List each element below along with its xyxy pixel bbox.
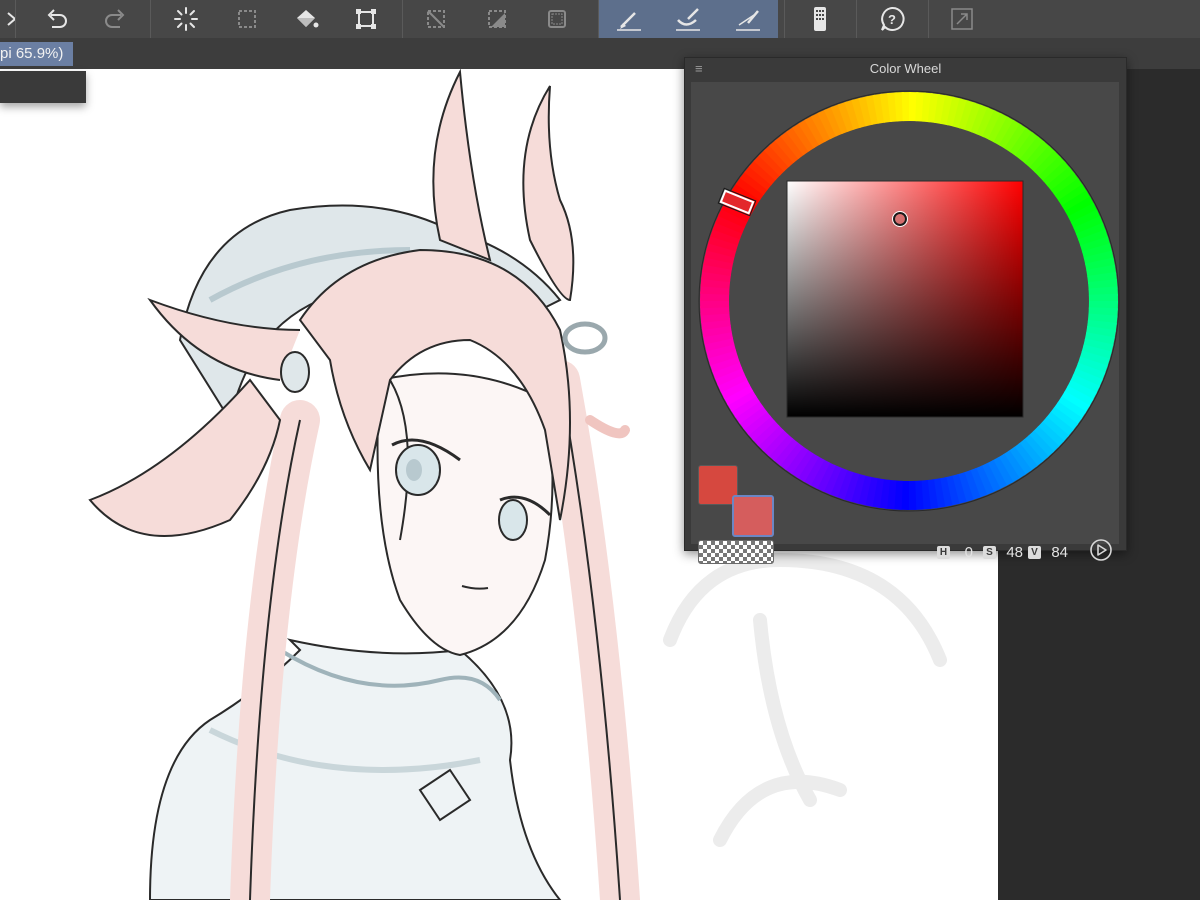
hue-label: H <box>937 546 950 559</box>
invert-selection-icon <box>488 10 506 28</box>
main-toolbar: ? <box>0 0 1200 38</box>
left-popup-panel[interactable] <box>0 71 86 103</box>
redo-icon <box>105 9 125 28</box>
toolbar-separator <box>856 0 857 38</box>
svg-text:?: ? <box>888 12 896 27</box>
toolbar-separator <box>928 0 929 38</box>
invert-selection-button[interactable] <box>477 0 517 38</box>
loading-spinner-icon <box>174 7 198 31</box>
toolbar-separator <box>402 0 403 38</box>
help-button[interactable]: ? <box>872 0 912 38</box>
help-icon: ? <box>881 6 905 31</box>
play-circle-icon[interactable] <box>1089 538 1113 562</box>
transparent-color-swatch[interactable] <box>698 540 774 564</box>
toolbar-separator <box>784 0 785 38</box>
clear-selection-icon <box>427 10 445 28</box>
color-wheel-palette: ≡ Color Wheel H 0 S 48 V 84 <box>684 57 1127 564</box>
transform-button[interactable] <box>0 0 22 38</box>
hue-ring[interactable] <box>697 89 1121 513</box>
sub-color-swatch[interactable] <box>732 495 774 537</box>
selection-marquee-icon <box>238 10 256 28</box>
transform-handles-icon <box>356 9 376 29</box>
brush-ruler-icon <box>676 8 700 31</box>
document-tab[interactable]: pi 65.9%) <box>0 42 74 66</box>
color-wheel-body: H 0 S 48 V 84 <box>691 82 1121 564</box>
toolbar-separator <box>15 0 16 38</box>
expand-icon <box>951 8 973 30</box>
hue-value: 0 <box>964 544 973 561</box>
saturation-label: S <box>983 546 996 559</box>
loading-button[interactable] <box>166 0 206 38</box>
color-wheel-title: Color Wheel <box>869 61 942 76</box>
select-frame-icon <box>548 10 566 28</box>
expand-button[interactable] <box>942 0 982 38</box>
pen-ruler-button[interactable] <box>609 0 649 38</box>
device-panel-icon <box>814 7 826 31</box>
toolbar-separator <box>150 0 151 38</box>
redo-button[interactable] <box>96 0 136 38</box>
pen-ruler-icon <box>617 12 641 31</box>
selection-button[interactable] <box>227 0 267 38</box>
line-ruler-icon <box>736 10 760 31</box>
value-label: V <box>1028 546 1041 559</box>
transform-icon <box>7 12 16 26</box>
line-ruler-button[interactable] <box>728 0 768 38</box>
clear-selection-button[interactable] <box>416 0 456 38</box>
undo-icon <box>47 9 67 28</box>
brush-ruler-button[interactable] <box>668 0 708 38</box>
transform-selection-button[interactable] <box>346 0 386 38</box>
device-panel-button[interactable] <box>800 0 840 38</box>
undo-button[interactable] <box>36 0 76 38</box>
value-value: 84 <box>1051 544 1068 561</box>
select-frame-button[interactable] <box>537 0 577 38</box>
saturation-value: 48 <box>1006 544 1023 561</box>
paint-bucket-icon <box>297 10 319 28</box>
toolbar-separator <box>598 0 599 38</box>
fill-button[interactable] <box>286 0 326 38</box>
